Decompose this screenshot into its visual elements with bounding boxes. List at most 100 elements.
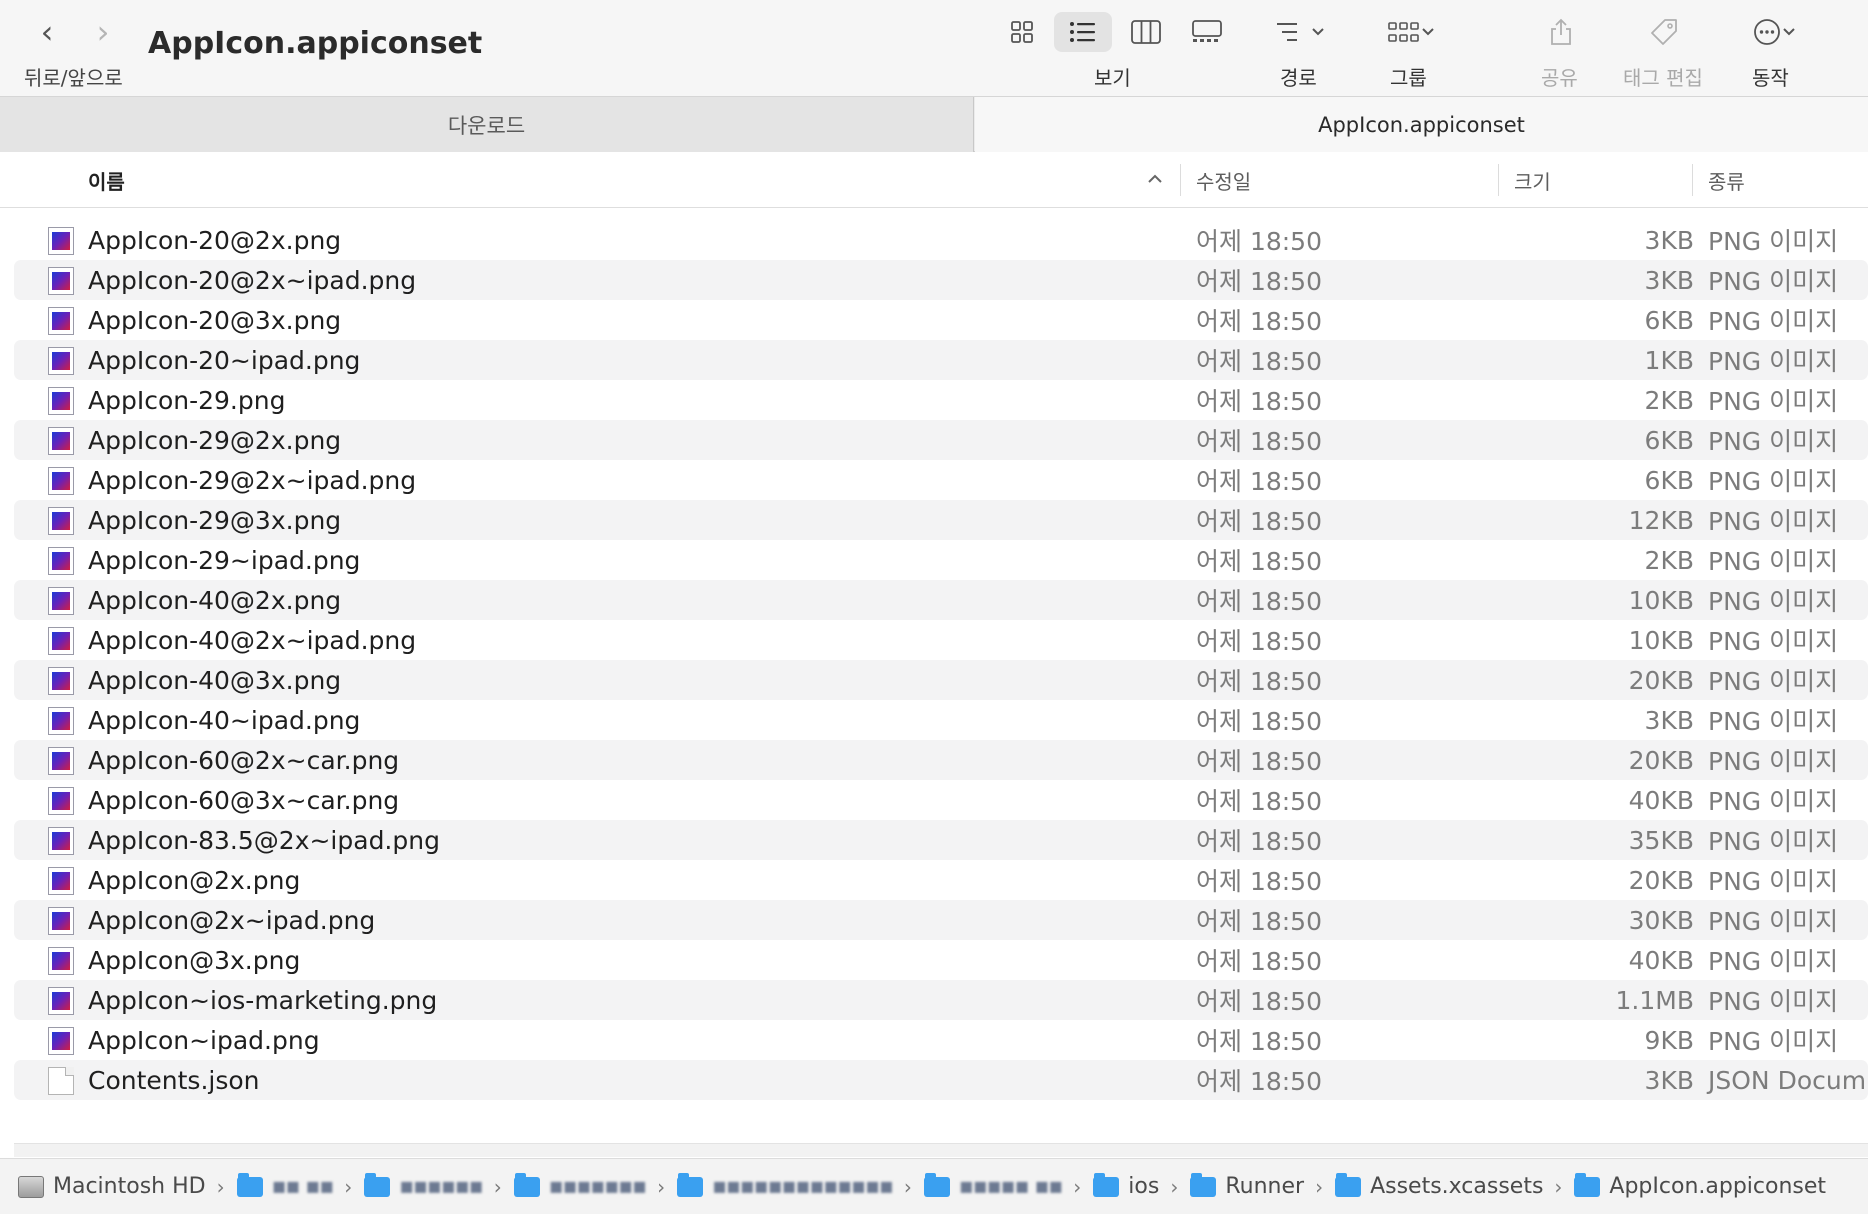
path-crumb-label: ▪▪▪▪▪▪▪▪▪▪▪▪▪ bbox=[712, 1174, 894, 1199]
path-crumb[interactable]: ▪▪▪▪▪▪ › bbox=[364, 1172, 505, 1199]
chevron-right-icon: › bbox=[1554, 1174, 1563, 1199]
gallery-icon bbox=[1192, 20, 1222, 42]
path-crumb[interactable]: ▪▪▪▪▪▪▪ › bbox=[513, 1172, 669, 1199]
file-row[interactable]: AppIcon-29@2x.png 어제 18:50 6KB PNG 이미지 bbox=[14, 420, 1868, 460]
folder-icon bbox=[513, 1172, 540, 1197]
path-crumb-label: ▪▪▪▪▪▪▪ bbox=[548, 1174, 647, 1199]
file-modified: 어제 18:50 bbox=[1196, 227, 1322, 256]
png-image-icon bbox=[48, 387, 74, 415]
gallery-view-button[interactable] bbox=[1184, 12, 1230, 52]
file-size: 3KB bbox=[1644, 705, 1694, 735]
column-kind-label: 종류 bbox=[1708, 169, 1745, 194]
file-row[interactable]: AppIcon~ipad.png 어제 18:50 9KB PNG 이미지 bbox=[14, 1020, 1868, 1060]
file-size: 20KB bbox=[1628, 665, 1694, 695]
file-name: AppIcon~ipad.png bbox=[88, 1025, 320, 1055]
file-kind: PNG 이미지 bbox=[1708, 307, 1839, 336]
file-row[interactable]: AppIcon-83.5@2x~ipad.png 어제 18:50 35KB PNG … bbox=[14, 820, 1868, 860]
file-modified: 어제 18:50 bbox=[1196, 347, 1322, 376]
file-row[interactable]: AppIcon-29.png 어제 18:50 2KB PNG 이미지 bbox=[14, 380, 1868, 420]
png-image-icon bbox=[48, 747, 74, 775]
path-crumb[interactable]: ▪▪▪▪▪ ▪▪ › bbox=[923, 1172, 1085, 1199]
tab-downloads[interactable]: 다운로드 bbox=[0, 97, 974, 152]
action-label: 동작 bbox=[1752, 66, 1789, 90]
chevron-down-icon bbox=[1783, 28, 1795, 36]
column-kind-header[interactable]: 종류 bbox=[1692, 152, 1868, 208]
path-crumb[interactable]: AppIcon.appiconset bbox=[1574, 1172, 1826, 1199]
path-crumb[interactable]: Macintosh HD › bbox=[18, 1174, 229, 1199]
file-name: AppIcon-40~ipad.png bbox=[88, 705, 361, 735]
file-row[interactable]: Contents.json 어제 18:50 3KB JSON Docum bbox=[14, 1060, 1868, 1100]
columns-icon bbox=[1131, 20, 1161, 44]
file-row[interactable]: AppIcon-29@2x~ipad.png 어제 18:50 6KB PNG 이미지 bbox=[14, 460, 1868, 500]
folder-icon bbox=[1574, 1172, 1601, 1197]
folder-icon bbox=[1093, 1172, 1120, 1197]
png-image-icon bbox=[48, 827, 74, 855]
chevron-right-icon: › bbox=[344, 1174, 353, 1199]
file-row[interactable]: AppIcon-40@3x.png 어제 18:50 20KB PNG 이미지 bbox=[14, 660, 1868, 700]
file-modified: 어제 18:50 bbox=[1196, 907, 1322, 936]
column-view-button[interactable] bbox=[1124, 12, 1168, 52]
column-size-header[interactable]: 크기 bbox=[1498, 152, 1692, 208]
column-name-header[interactable]: 이름 bbox=[88, 152, 125, 208]
file-kind: PNG 이미지 bbox=[1708, 387, 1839, 416]
file-size: 12KB bbox=[1628, 505, 1694, 535]
tab-bar: 다운로드 AppIcon.appiconset bbox=[0, 96, 1868, 152]
list-view-button[interactable] bbox=[1054, 12, 1112, 52]
file-name: AppIcon-60@2x~car.png bbox=[88, 745, 400, 775]
path-crumb[interactable]: ios › bbox=[1093, 1172, 1182, 1199]
path-menu-button[interactable] bbox=[1266, 12, 1336, 52]
png-image-icon bbox=[48, 227, 74, 255]
column-modified-header[interactable]: 수정일 bbox=[1180, 152, 1498, 208]
sort-ascending-chevron-icon[interactable] bbox=[1146, 172, 1164, 186]
file-row[interactable]: AppIcon@2x.png 어제 18:50 20KB PNG 이미지 bbox=[14, 860, 1868, 900]
file-name: AppIcon-83.5@2x~ipad.png bbox=[88, 825, 440, 855]
file-row[interactable]: AppIcon-60@2x~car.png 어제 18:50 20KB PNG 이미지 bbox=[14, 740, 1868, 780]
tab-label: AppIcon.appiconset bbox=[1318, 112, 1525, 137]
file-size: 40KB bbox=[1628, 945, 1694, 975]
file-row[interactable]: AppIcon-20@2x~ipad.png 어제 18:50 3KB PNG 이미지 bbox=[14, 260, 1868, 300]
chevron-right-icon: › bbox=[1073, 1174, 1082, 1199]
png-image-icon bbox=[48, 267, 74, 295]
file-size: 30KB bbox=[1628, 905, 1694, 935]
file-row[interactable]: AppIcon-40@2x.png 어제 18:50 10KB PNG 이미지 bbox=[14, 580, 1868, 620]
chevron-right-icon: › bbox=[493, 1174, 502, 1199]
file-modified: 어제 18:50 bbox=[1196, 827, 1322, 856]
file-row[interactable]: AppIcon-60@3x~car.png 어제 18:50 40KB PNG 이미지 bbox=[14, 780, 1868, 820]
file-size: 6KB bbox=[1644, 425, 1694, 455]
file-row[interactable]: AppIcon-40~ipad.png 어제 18:50 3KB PNG 이미지 bbox=[14, 700, 1868, 740]
file-row[interactable]: AppIcon-40@2x~ipad.png 어제 18:50 10KB PNG 이미… bbox=[14, 620, 1868, 660]
chevron-down-icon bbox=[1422, 28, 1434, 36]
file-row[interactable]: AppIcon~ios-marketing.png 어제 18:50 1.1MB PN… bbox=[14, 980, 1868, 1020]
action-menu-button[interactable] bbox=[1746, 12, 1804, 52]
nav-label: 뒤로/앞으로 bbox=[24, 66, 123, 90]
path-crumb-label: ▪▪▪▪▪ ▪▪ bbox=[958, 1174, 1063, 1199]
file-modified: 어제 18:50 bbox=[1196, 1027, 1322, 1056]
file-row[interactable]: AppIcon@2x~ipad.png 어제 18:50 30KB PNG 이미지 bbox=[14, 900, 1868, 940]
file-row[interactable]: AppIcon-20~ipad.png 어제 18:50 1KB PNG 이미지 bbox=[14, 340, 1868, 380]
file-kind: PNG 이미지 bbox=[1708, 427, 1839, 456]
path-crumb[interactable]: ▪▪▪▪▪▪▪▪▪▪▪▪▪ › bbox=[677, 1172, 916, 1199]
share-button[interactable] bbox=[1544, 12, 1578, 52]
back-chevron-icon[interactable]: ‹ bbox=[34, 14, 60, 50]
file-row[interactable]: AppIcon-20@3x.png 어제 18:50 6KB PNG 이미지 bbox=[14, 300, 1868, 340]
edit-tags-button[interactable] bbox=[1646, 12, 1682, 52]
file-kind: PNG 이미지 bbox=[1708, 867, 1839, 896]
path-crumb[interactable]: Assets.xcassets › bbox=[1335, 1172, 1566, 1199]
group-menu-button[interactable] bbox=[1378, 12, 1446, 52]
file-size: 3KB bbox=[1644, 265, 1694, 295]
file-kind: PNG 이미지 bbox=[1708, 787, 1839, 816]
file-row[interactable]: AppIcon@3x.png 어제 18:50 40KB PNG 이미지 bbox=[14, 940, 1868, 980]
file-row[interactable]: AppIcon-29@3x.png 어제 18:50 12KB PNG 이미지 bbox=[14, 500, 1868, 540]
icon-view-button[interactable] bbox=[1000, 12, 1044, 52]
path-crumb[interactable]: ▪▪ ▪▪ › bbox=[236, 1172, 357, 1199]
tab-appiconset[interactable]: AppIcon.appiconset bbox=[975, 97, 1868, 152]
path-crumb-label: Macintosh HD bbox=[53, 1174, 206, 1199]
file-row[interactable]: AppIcon-20@2x.png 어제 18:50 3KB PNG 이미지 bbox=[14, 220, 1868, 260]
file-name: AppIcon-29@2x.png bbox=[88, 425, 342, 455]
file-row[interactable]: AppIcon-29~ipad.png 어제 18:50 2KB PNG 이미지 bbox=[14, 540, 1868, 580]
forward-chevron-icon[interactable]: › bbox=[90, 14, 116, 50]
path-crumb[interactable]: Runner › bbox=[1190, 1172, 1327, 1199]
chevron-right-icon: › bbox=[1315, 1174, 1324, 1199]
horizontal-scroll-track[interactable] bbox=[14, 1143, 1868, 1157]
column-modified-label: 수정일 bbox=[1196, 169, 1252, 194]
